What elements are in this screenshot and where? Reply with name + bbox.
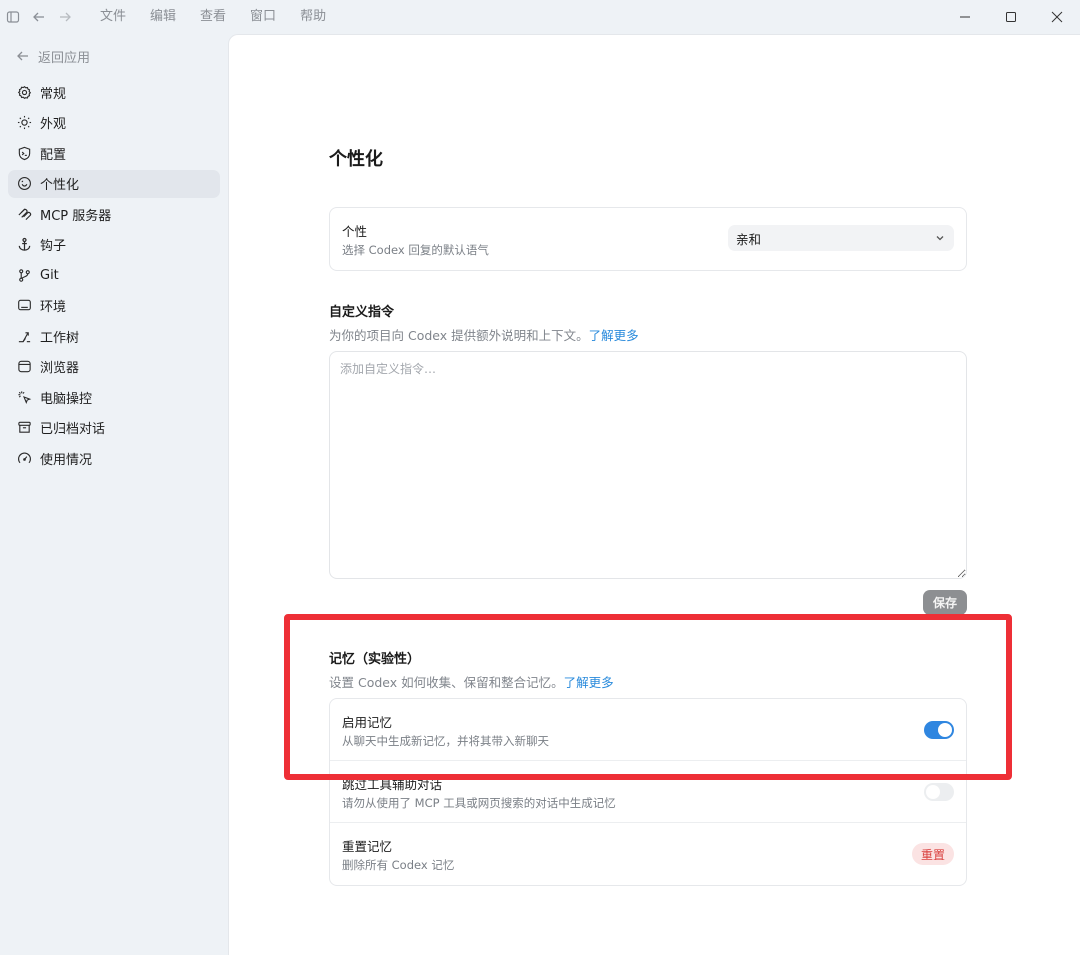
window-controls xyxy=(942,0,1080,34)
chevron-down-icon xyxy=(936,236,944,241)
cursor-click-icon xyxy=(16,389,32,405)
reset-memory-button[interactable]: 重置 xyxy=(912,843,954,865)
custom-instructions-input[interactable] xyxy=(329,351,967,579)
enable-memory-toggle[interactable] xyxy=(924,721,954,739)
sidebar-item-browser[interactable]: 浏览器 xyxy=(8,353,220,381)
custom-instructions-title: 自定义指令 xyxy=(329,305,395,320)
sidebar-item-config[interactable]: 配置 xyxy=(8,139,220,167)
personality-title: 个性 xyxy=(342,224,368,239)
sidebar-item-computer-use[interactable]: 电脑操控 xyxy=(8,383,220,411)
menu-view[interactable]: 查看 xyxy=(188,0,238,34)
sidebar-item-personalization[interactable]: 个性化 xyxy=(8,169,220,198)
memory-learn-more-link[interactable]: 了解更多 xyxy=(564,675,614,690)
menu-window[interactable]: 窗口 xyxy=(238,0,288,34)
settings-sidebar: 返回应用 常规 外观 配置 个性化 MCP 服务器 钩子 Git 环境 工作树 … xyxy=(0,38,228,475)
sidebar-item-label: 已归档对话 xyxy=(40,422,106,437)
custom-instructions-learn-more-link[interactable]: 了解更多 xyxy=(589,328,639,343)
personality-selected-value: 亲和 xyxy=(736,231,762,247)
close-icon xyxy=(1051,11,1063,23)
sidebar-item-label: 常规 xyxy=(40,86,67,102)
sidebar-item-label: 浏览器 xyxy=(40,361,80,376)
enable-memory-title: 启用记忆 xyxy=(342,715,393,730)
page-title: 个性化 xyxy=(329,149,383,170)
toggle-knob xyxy=(926,785,940,799)
maximize-button[interactable] xyxy=(988,0,1034,34)
sidebar-item-label: 个性化 xyxy=(40,178,80,193)
sidebar-item-environment[interactable]: 环境 xyxy=(8,292,220,320)
back-arrow-icon[interactable] xyxy=(26,0,52,34)
sidebar-item-worktree[interactable]: 工作树 xyxy=(8,322,220,350)
archive-icon xyxy=(16,420,32,436)
sidebar-item-archived-chats[interactable]: 已归档对话 xyxy=(8,414,220,442)
toggle-knob xyxy=(938,723,952,737)
sidebar-item-git[interactable]: Git xyxy=(8,261,220,289)
minimize-button[interactable] xyxy=(942,0,988,34)
reset-memory-desc: 删除所有 Codex 记忆 xyxy=(342,858,455,872)
git-branch-icon xyxy=(16,267,32,283)
anchor-icon xyxy=(16,237,32,253)
sidebar-item-label: 配置 xyxy=(40,147,67,163)
title-bar: 文件 编辑 查看 窗口 帮助 xyxy=(0,0,1080,34)
personality-desc: 选择 Codex 回复的默认语气 xyxy=(342,243,489,257)
sidebar-item-general[interactable]: 常规 xyxy=(8,78,220,106)
sidebar-item-usage[interactable]: 使用情况 xyxy=(8,444,220,472)
save-button[interactable]: 保存 xyxy=(923,590,967,615)
forward-arrow-icon[interactable] xyxy=(52,0,78,34)
close-button[interactable] xyxy=(1034,0,1080,34)
personality-select[interactable]: 亲和 xyxy=(728,225,954,251)
memory-desc-text: 设置 Codex 如何收集、保留和整合记忆。 xyxy=(329,675,564,690)
skip-tool-chats-title: 跳过工具辅助对话 xyxy=(342,777,443,792)
shield-icon xyxy=(16,145,32,161)
browser-icon xyxy=(16,359,32,375)
monitor-icon xyxy=(16,298,32,314)
sidebar-item-label: 外观 xyxy=(40,117,67,132)
maximize-icon xyxy=(1006,12,1016,22)
enable-memory-row: 启用记忆 从聊天中生成新记忆，并将其带入新聊天 xyxy=(330,699,966,761)
back-to-app-link[interactable]: 返回应用 xyxy=(0,38,228,74)
skip-tool-chats-toggle[interactable] xyxy=(924,783,954,801)
back-to-app-label: 返回应用 xyxy=(38,50,91,66)
gauge-icon xyxy=(16,450,32,466)
custom-instructions-desc: 为你的项目向 Codex 提供额外说明和上下文。了解更多 xyxy=(329,325,639,344)
memory-card: 启用记忆 从聊天中生成新记忆，并将其带入新聊天 跳过工具辅助对话 请勿从使用了 … xyxy=(329,698,967,886)
sidebar-item-label: 使用情况 xyxy=(40,452,93,468)
memory-section-title: 记忆（实验性） xyxy=(329,652,421,667)
gear-icon xyxy=(16,84,32,100)
menu-file[interactable]: 文件 xyxy=(88,0,138,34)
sidebar-item-appearance[interactable]: 外观 xyxy=(8,109,220,137)
worktree-icon xyxy=(16,328,32,344)
custom-instructions-desc-text: 为你的项目向 Codex 提供额外说明和上下文。 xyxy=(329,328,589,343)
reset-memory-row: 重置记忆 删除所有 Codex 记忆 重置 xyxy=(330,823,966,885)
sidebar-item-mcp-servers[interactable]: MCP 服务器 xyxy=(8,200,220,228)
menu-bar: 文件 编辑 查看 窗口 帮助 xyxy=(88,0,338,34)
sidebar-item-label: 钩子 xyxy=(40,239,67,254)
sidebar-item-label: 环境 xyxy=(40,300,67,315)
sidebar-item-label: 电脑操控 xyxy=(40,391,93,407)
sidebar-item-label: 工作树 xyxy=(40,330,80,346)
sidebar-item-label: MCP 服务器 xyxy=(40,208,112,224)
personality-card: 个性 选择 Codex 回复的默认语气 亲和 xyxy=(329,207,967,271)
sidebar-item-label: Git xyxy=(40,267,59,283)
settings-main-panel: 个性化 个性 选择 Codex 回复的默认语气 亲和 自定义指令 为你的项目向 … xyxy=(228,34,1080,955)
sun-icon xyxy=(16,115,32,131)
memory-section-desc: 设置 Codex 如何收集、保留和整合记忆。了解更多 xyxy=(329,672,614,691)
settings-nav: 常规 外观 配置 个性化 MCP 服务器 钩子 Git 环境 工作树 浏览器 电… xyxy=(0,78,228,472)
sidebar-item-hooks[interactable]: 钩子 xyxy=(8,231,220,259)
mcp-icon xyxy=(16,206,32,222)
menu-help[interactable]: 帮助 xyxy=(288,0,338,34)
reset-memory-title: 重置记忆 xyxy=(342,839,393,854)
enable-memory-desc: 从聊天中生成新记忆，并将其带入新聊天 xyxy=(342,734,549,748)
skip-tool-chats-desc: 请勿从使用了 MCP 工具或网页搜索的对话中生成记忆 xyxy=(342,796,616,810)
personality-row: 个性 选择 Codex 回复的默认语气 亲和 xyxy=(330,208,966,270)
menu-edit[interactable]: 编辑 xyxy=(138,0,188,34)
skip-tool-chats-row: 跳过工具辅助对话 请勿从使用了 MCP 工具或网页搜索的对话中生成记忆 xyxy=(330,761,966,823)
smile-icon xyxy=(16,176,32,192)
minimize-icon xyxy=(960,16,970,18)
sidebar-toggle-icon[interactable] xyxy=(0,0,26,34)
arrow-left-icon xyxy=(17,51,28,61)
